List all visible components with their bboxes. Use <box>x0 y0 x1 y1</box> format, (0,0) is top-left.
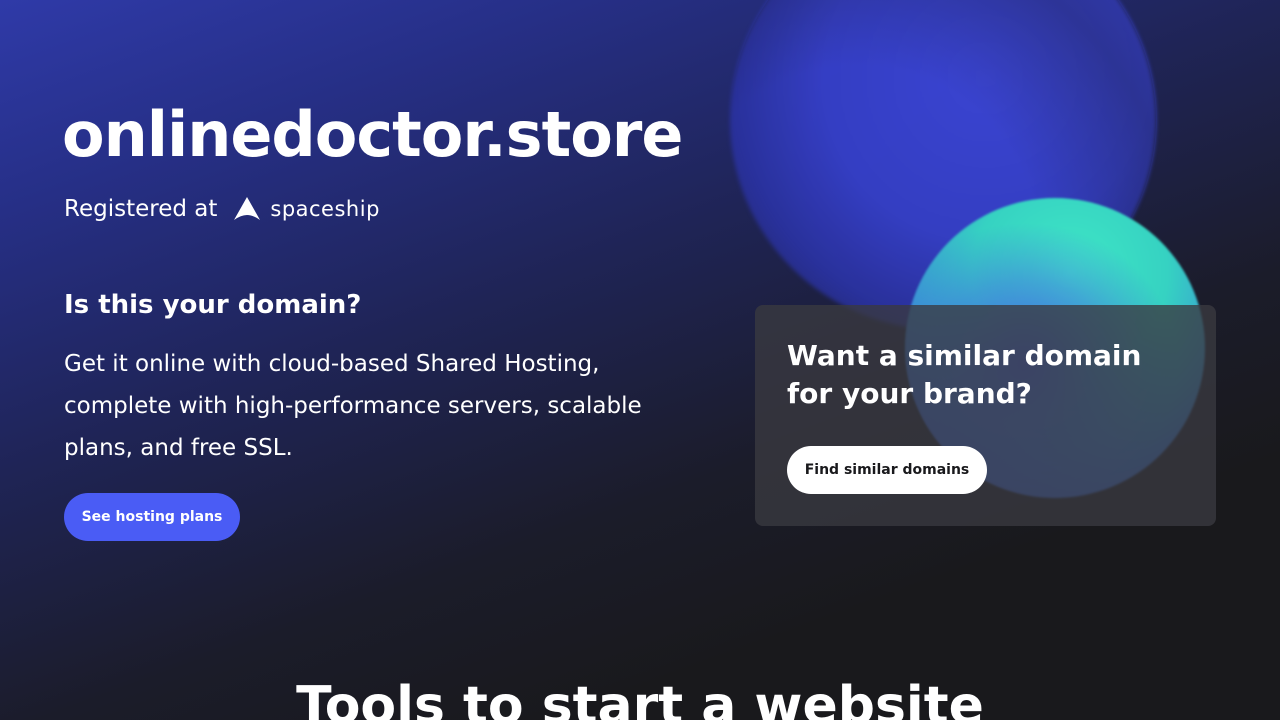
find-similar-domains-button[interactable]: Find similar domains <box>787 446 987 494</box>
similar-domain-card: Want a similar domain for your brand? Fi… <box>755 305 1216 526</box>
registrar-name: spaceship <box>270 197 380 221</box>
parked-domain-page: onlinedoctor.store Registered at spacesh… <box>0 0 1280 720</box>
registered-label: Registered at <box>64 196 218 222</box>
registered-at-row: Registered at spaceship <box>64 196 380 222</box>
hosting-description: Get it online with cloud-based Shared Ho… <box>64 351 642 461</box>
spaceship-logo-icon <box>234 197 261 220</box>
registrar-brand[interactable]: spaceship <box>233 196 380 222</box>
domain-title: onlinedoctor.store <box>62 98 683 171</box>
ownership-question: Is this your domain? <box>64 290 362 320</box>
similar-domain-title: Want a similar domain for your brand? <box>787 339 1142 410</box>
see-hosting-plans-button[interactable]: See hosting plans <box>64 493 240 541</box>
tools-section-heading: Tools to start a website <box>296 676 984 720</box>
